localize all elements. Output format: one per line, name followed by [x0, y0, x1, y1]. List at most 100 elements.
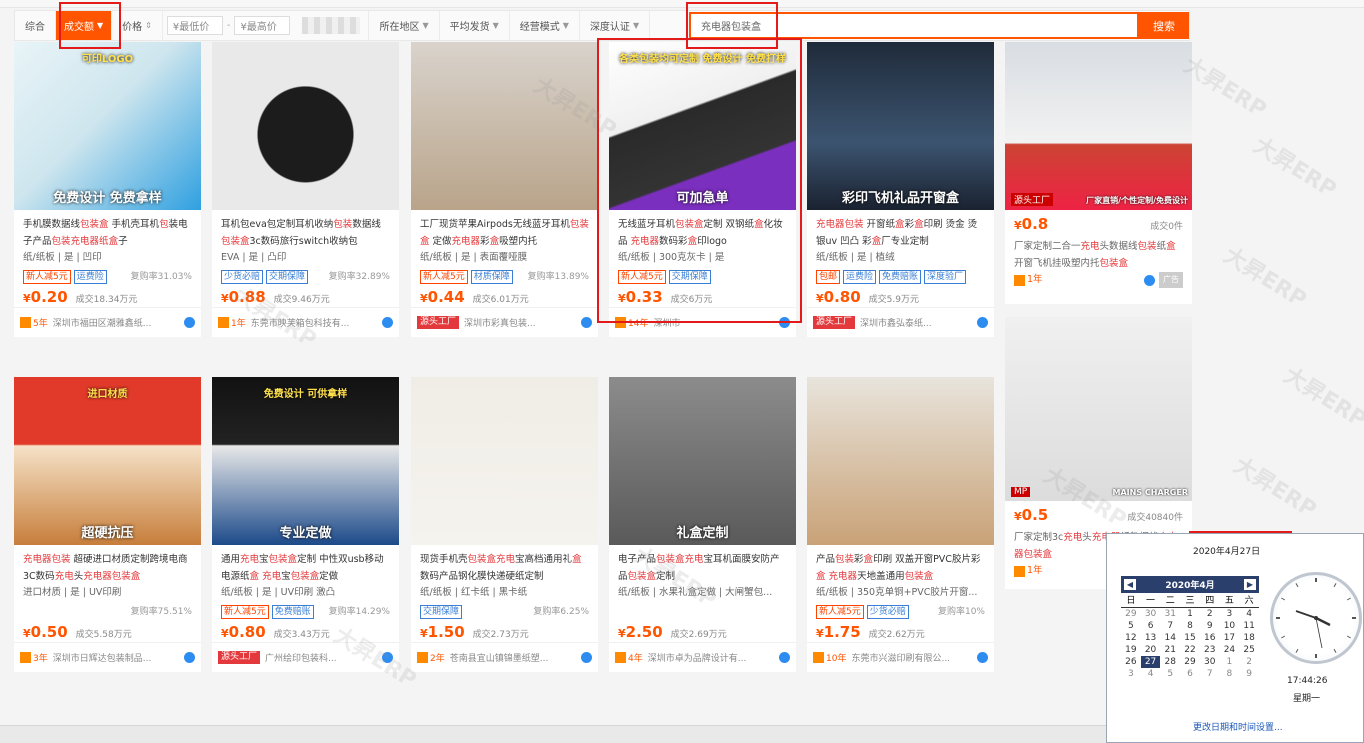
product-card[interactable]: 免费设计 免费拿样 可印LOGO 手机膜数据线包装盒 手机壳耳机包装电子产品包装充…	[14, 42, 201, 337]
search-button[interactable]: 搜索	[1139, 12, 1189, 39]
calendar-day[interactable]: 31	[1160, 608, 1180, 620]
calendar-day[interactable]: 11	[1239, 620, 1259, 632]
business-mode-filter[interactable]: 经营模式 ▼	[510, 11, 580, 40]
shop-name[interactable]: 广州绘印包装科...	[265, 651, 337, 664]
calendar-day[interactable]: 28	[1160, 656, 1180, 668]
calendar-day[interactable]: 30	[1200, 656, 1220, 668]
calendar-day[interactable]: 20	[1141, 644, 1161, 656]
calendar-day[interactable]: 23	[1200, 644, 1220, 656]
calendar-day[interactable]: 29	[1180, 656, 1200, 668]
calendar-day[interactable]: 2	[1239, 656, 1259, 668]
product-title[interactable]: 充电器包装 开窗纸盒彩盒印刷 烫金 烫银uv 凹凸 彩盒厂专业定制	[816, 216, 985, 250]
product-card[interactable]: 超硬抗压 进口材质 充电器包装 超硬进口材质定制跨境电商3C数码充电头充电器包装盒…	[14, 377, 201, 672]
calendar-day[interactable]: 3	[1121, 668, 1141, 680]
calendar-day[interactable]: 16	[1200, 632, 1220, 644]
chat-icon[interactable]	[184, 652, 195, 663]
side-ad-card[interactable]: 源头工厂 厂家直销/个性定制/免费设计 ¥0.8 成交0件 厂家定制二合一充电头数…	[1005, 42, 1192, 304]
calendar-day[interactable]: 1	[1220, 656, 1240, 668]
calendar-day[interactable]: 22	[1180, 644, 1200, 656]
product-card[interactable]: 工厂现货苹果Airpods无线蓝牙耳机包装盒 定做充电器彩盒吸塑内托 纸/纸板 …	[411, 42, 598, 337]
calendar-day[interactable]: 6	[1141, 620, 1161, 632]
calendar-day[interactable]: 21	[1160, 644, 1180, 656]
shipping-filter[interactable]: 平均发货 ▼	[440, 11, 510, 40]
calendar-day[interactable]: 2	[1200, 608, 1220, 620]
calendar-day[interactable]: 1	[1180, 608, 1200, 620]
shop-name[interactable]: 深圳市鑫弘泰纸...	[860, 316, 932, 329]
calendar-day[interactable]: 9	[1239, 668, 1259, 680]
calendar-day[interactable]: 4	[1141, 668, 1161, 680]
calendar-day[interactable]: 7	[1160, 620, 1180, 632]
product-image[interactable]: 彩印飞机礼品开窗盒	[807, 42, 994, 210]
next-month-icon[interactable]: ▶	[1244, 579, 1256, 590]
shop-name[interactable]: 东莞市兴滋印刷有限公...	[851, 651, 950, 664]
product-card[interactable]: 专业定做 免费设计 可供拿样 通用充电宝包装盒定制 中性双usb移动电源纸盒 充电…	[212, 377, 399, 672]
calendar-day[interactable]: 6	[1180, 668, 1200, 680]
calendar-day[interactable]: 9	[1200, 620, 1220, 632]
calendar-day[interactable]: 5	[1121, 620, 1141, 632]
calendar-day[interactable]: 18	[1239, 632, 1259, 644]
calendar-day[interactable]: 25	[1239, 644, 1259, 656]
shop-name[interactable]: 深圳市彩真包装...	[464, 316, 536, 329]
chat-icon[interactable]	[581, 317, 592, 328]
calendar-day[interactable]: 30	[1141, 608, 1161, 620]
product-image[interactable]	[411, 42, 598, 210]
shop-name[interactable]: 苍南县宜山镇锦墨纸塑...	[450, 651, 549, 664]
calendar-day[interactable]: 7	[1200, 668, 1220, 680]
chat-icon[interactable]	[382, 652, 393, 663]
chat-icon[interactable]	[581, 652, 592, 663]
prev-month-icon[interactable]: ◀	[1124, 579, 1136, 590]
product-title[interactable]: 产品包装彩盒印刷 双盖开窗PVC胶片彩盒 充电器天地盖通用包装盒	[816, 551, 985, 585]
calendar-day[interactable]: 14	[1160, 632, 1180, 644]
chat-icon[interactable]	[977, 317, 988, 328]
product-title[interactable]: 现货手机壳包装盒充电宝高档通用礼盒数码产品钢化膜快递硬纸定制	[420, 551, 589, 585]
side-title[interactable]: 厂家定制二合一充电头数据线包装纸盒开窗飞机挂吸塑内托包装盒	[1014, 238, 1183, 272]
calendar-day[interactable]: 29	[1121, 608, 1141, 620]
calendar-day[interactable]: 13	[1141, 632, 1161, 644]
shop-name[interactable]: 东莞市映芙箱包科技有...	[251, 316, 350, 329]
change-datetime-link[interactable]: 更改日期和时间设置...	[1193, 720, 1283, 733]
calendar-day[interactable]: 24	[1220, 644, 1240, 656]
calendar-day[interactable]: 26	[1121, 656, 1141, 668]
product-image[interactable]	[411, 377, 598, 545]
shop-name[interactable]: 深圳市日辉达包装制品...	[53, 651, 152, 664]
max-price-input[interactable]: ¥最高价	[234, 16, 291, 35]
shop-name[interactable]: 深圳市卓为品牌设计有...	[648, 651, 747, 664]
product-image[interactable]	[807, 377, 994, 545]
product-card[interactable]: 现货手机壳包装盒充电宝高档通用礼盒数码产品钢化膜快递硬纸定制 纸/纸板 | 红卡…	[411, 377, 598, 672]
min-price-input[interactable]: ¥最低价	[166, 16, 223, 35]
product-title[interactable]: 手机膜数据线包装盒 手机壳耳机包装电子产品包装充电器纸盒子	[23, 216, 192, 250]
calendar-day[interactable]: 10	[1220, 620, 1240, 632]
calendar-day[interactable]: 5	[1160, 668, 1180, 680]
product-image[interactable]	[212, 42, 399, 210]
certification-filter[interactable]: 深度认证 ▼	[580, 11, 651, 40]
product-title[interactable]: 工厂现货苹果Airpods无线蓝牙耳机包装盒 定做充电器彩盒吸塑内托	[420, 216, 589, 250]
chat-icon[interactable]	[779, 652, 790, 663]
product-card[interactable]: 礼盒定制 电子产品包装盒充电宝耳机面膜安防产品包装盒定制 纸/纸板 | 水果礼盒…	[609, 377, 796, 672]
product-image[interactable]: 专业定做 免费设计 可供拿样	[212, 377, 399, 545]
side-ad-image[interactable]: 源头工厂 厂家直销/个性定制/免费设计	[1005, 42, 1192, 210]
product-card[interactable]: 耳机包eva包定制耳机收纳包装数据线包装盒3c数码旅行switch收纳包 EVA…	[212, 42, 399, 337]
product-card[interactable]: 彩印飞机礼品开窗盒 充电器包装 开窗纸盒彩盒印刷 烫金 烫银uv 凹凸 彩盒厂专…	[807, 42, 994, 337]
product-title[interactable]: 电子产品包装盒充电宝耳机面膜安防产品包装盒定制	[618, 551, 787, 585]
product-card[interactable]: 产品包装彩盒印刷 双盖开窗PVC胶片彩盒 充电器天地盖通用包装盒 纸/纸板 | …	[807, 377, 994, 672]
sort-default[interactable]: 综合	[15, 11, 56, 40]
calendar-day[interactable]: 12	[1121, 632, 1141, 644]
chat-icon[interactable]	[977, 652, 988, 663]
calendar-day[interactable]: 27	[1140, 656, 1161, 668]
calendar-day[interactable]: 8	[1180, 620, 1200, 632]
side-ad-image[interactable]: MP MAINS CHARGER	[1005, 317, 1192, 501]
calendar-day[interactable]: 15	[1180, 632, 1200, 644]
product-title[interactable]: 通用充电宝包装盒定制 中性双usb移动电源纸盒 充电宝包装盒定做	[221, 551, 390, 585]
product-image[interactable]: 超硬抗压 进口材质	[14, 377, 201, 545]
chat-icon[interactable]	[382, 317, 393, 328]
calendar-day[interactable]: 4	[1239, 608, 1259, 620]
chat-icon[interactable]	[184, 317, 195, 328]
product-title[interactable]: 充电器包装 超硬进口材质定制跨境电商3C数码充电头充电器包装盒	[23, 551, 192, 585]
calendar-day[interactable]: 8	[1220, 668, 1240, 680]
calendar-day[interactable]: 3	[1220, 608, 1240, 620]
product-image[interactable]: 免费设计 免费拿样 可印LOGO	[14, 42, 201, 210]
shop-name[interactable]: 深圳市福田区潮雅鑫纸...	[53, 316, 152, 329]
calendar-day[interactable]: 17	[1220, 632, 1240, 644]
location-filter[interactable]: 所在地区 ▼	[368, 11, 440, 40]
product-title[interactable]: 耳机包eva包定制耳机收纳包装数据线包装盒3c数码旅行switch收纳包	[221, 216, 390, 250]
